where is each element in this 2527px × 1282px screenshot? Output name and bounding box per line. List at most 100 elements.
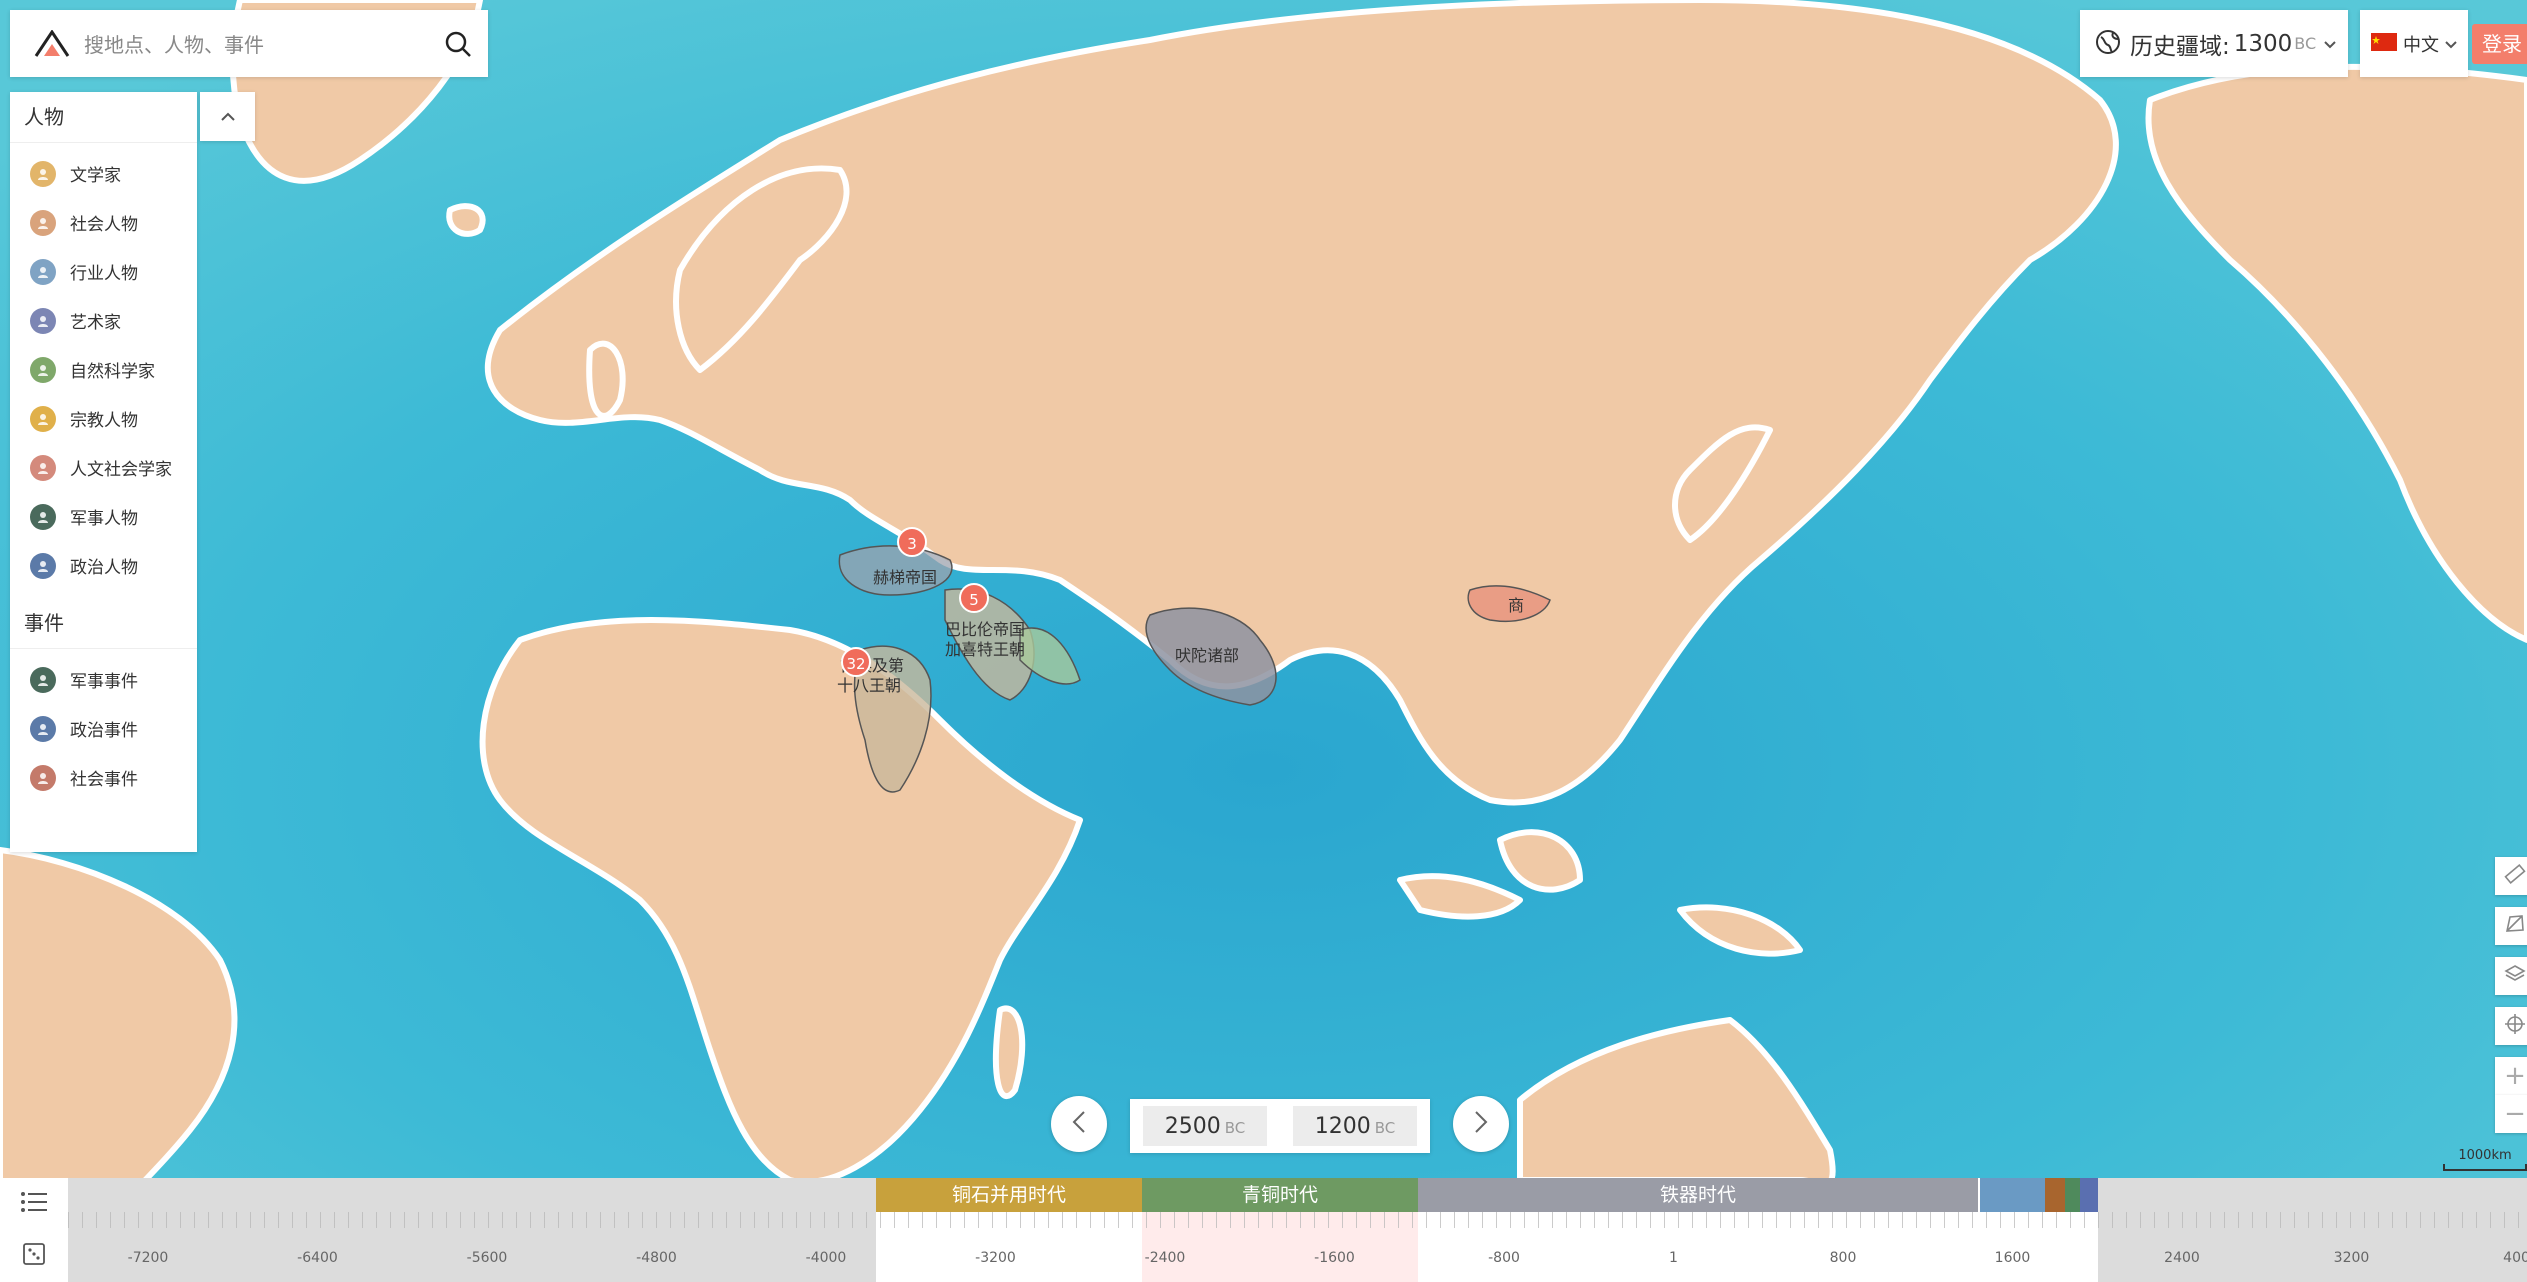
region-label-kassite[interactable]: 加喜特王朝 xyxy=(945,636,1025,660)
palette-icon xyxy=(30,307,56,334)
start-year-field[interactable]: 2500 BC xyxy=(1143,1106,1267,1146)
ruler-tool-button[interactable] xyxy=(2495,857,2527,895)
map-cluster-marker[interactable]: 32 xyxy=(841,647,871,677)
area-measure-button[interactable] xyxy=(2495,907,2527,945)
people-category-item[interactable]: 军事人物 xyxy=(10,492,197,541)
social-person-icon xyxy=(30,209,56,236)
end-year-era: BC xyxy=(1374,1119,1396,1137)
random-button[interactable] xyxy=(0,1230,68,1282)
people-category-item[interactable]: 政治人物 xyxy=(10,541,197,590)
people-category-item[interactable]: 社会人物 xyxy=(10,198,197,247)
people-category-item[interactable]: 人文社会学家 xyxy=(10,443,197,492)
timeline-tick-label: -5600 xyxy=(466,1250,508,1266)
people-category-label: 文学家 xyxy=(70,166,121,186)
events-section-header: 事件 xyxy=(10,598,197,649)
territory-label: 历史疆域: xyxy=(2130,33,2230,60)
zoom-out-button[interactable]: − xyxy=(2495,1095,2527,1133)
timeline-tick-label: 800 xyxy=(1829,1250,1857,1266)
world-map[interactable] xyxy=(0,0,2527,1282)
event-category-item[interactable]: 政治事件 xyxy=(10,704,197,753)
polygon-icon xyxy=(2504,913,2526,939)
map-cluster-marker[interactable]: 5 xyxy=(959,583,989,613)
login-button[interactable]: 登录 xyxy=(2472,24,2527,64)
industry-person-icon xyxy=(30,258,56,285)
timeline-tick-label: -3200 xyxy=(975,1250,1016,1266)
humanities-icon xyxy=(30,454,56,481)
event-category-label: 政治事件 xyxy=(70,721,138,741)
start-year-era: BC xyxy=(1224,1119,1246,1137)
people-category-item[interactable]: 行业人物 xyxy=(10,247,197,296)
chevron-down-icon xyxy=(2324,34,2336,53)
social-event-icon xyxy=(30,764,56,791)
people-category-label: 社会人物 xyxy=(70,215,138,235)
search-bar: 搜地点、人物、事件 xyxy=(10,10,488,77)
era-band-modern-3[interactable] xyxy=(2065,1178,2080,1212)
china-flag-icon xyxy=(2371,32,2397,55)
end-year-field[interactable]: 1200 BC xyxy=(1293,1106,1417,1146)
timeline-tick-label: -1600 xyxy=(1314,1250,1355,1266)
political-event-icon xyxy=(30,715,56,742)
timeline-tick-label: -2400 xyxy=(1144,1250,1186,1266)
territory-year: 1300 xyxy=(2233,30,2293,57)
search-icon[interactable] xyxy=(428,10,488,77)
era-band-modern-2[interactable] xyxy=(2045,1178,2065,1212)
dice-icon xyxy=(22,1242,46,1270)
people-category-label: 宗教人物 xyxy=(70,411,138,431)
timeline-tick-label: 1600 xyxy=(1994,1250,2031,1266)
collapse-panel-button[interactable] xyxy=(200,92,255,141)
iceland-landmass xyxy=(446,203,486,237)
event-category-item[interactable]: 社会事件 xyxy=(10,753,197,802)
region-label-vedic[interactable]: 吠陀诸部 xyxy=(1175,642,1239,666)
people-category-item[interactable]: 艺术家 xyxy=(10,296,197,345)
map-cluster-marker[interactable]: 3 xyxy=(897,527,927,557)
people-section-header: 人物 xyxy=(10,92,197,143)
chevron-down-icon xyxy=(2445,34,2457,53)
timeline-ticks xyxy=(68,1212,2527,1228)
people-category-item[interactable]: 宗教人物 xyxy=(10,394,197,443)
list-view-button[interactable] xyxy=(0,1178,68,1230)
language-selector[interactable]: 中文 xyxy=(2360,10,2468,77)
chevron-up-icon xyxy=(220,107,236,126)
layers-icon xyxy=(2504,963,2526,989)
layers-button[interactable] xyxy=(2495,957,2527,995)
madagascar-landmass xyxy=(993,1005,1026,1099)
next-period-button[interactable] xyxy=(1453,1096,1509,1152)
era-band-modern-4[interactable] xyxy=(2080,1178,2098,1212)
historical-territory-selector[interactable]: 历史疆域: 1300 BC xyxy=(2080,10,2348,77)
crosshair-icon xyxy=(2504,1013,2526,1039)
timeline-side-controls xyxy=(0,1178,68,1282)
era-band-modern-1[interactable] xyxy=(1980,1178,2045,1212)
map-scale-bar: 1000km xyxy=(2443,1148,2527,1171)
zoom-in-button[interactable]: + xyxy=(2495,1057,2527,1095)
people-category-item[interactable]: 文学家 xyxy=(10,149,197,198)
ruler-icon xyxy=(2504,863,2526,889)
era-bronze-age[interactable]: 青铜时代 xyxy=(1142,1178,1418,1212)
timeline-tick-label: -800 xyxy=(1488,1250,1520,1266)
region-label-shang[interactable]: 商 xyxy=(1508,592,1524,616)
people-category-item[interactable]: 自然科学家 xyxy=(10,345,197,394)
locate-button[interactable] xyxy=(2495,1007,2527,1045)
timeline-bar[interactable]: 铜石并用时代 青铜时代 铁器时代 -7200 -6400 -5600 -4800 -40… xyxy=(0,1178,2527,1282)
people-category-label: 政治人物 xyxy=(70,558,138,578)
region-label-egypt-2[interactable]: 十八王朝 xyxy=(837,672,901,696)
year-range-selector: 2500 BC 1200 BC xyxy=(1130,1099,1430,1153)
list-icon xyxy=(20,1191,48,1217)
chevron-left-icon xyxy=(1072,1110,1086,1138)
quill-icon xyxy=(30,160,56,187)
previous-period-button[interactable] xyxy=(1051,1096,1107,1152)
search-input[interactable]: 搜地点、人物、事件 xyxy=(84,29,428,58)
event-category-item[interactable]: 军事事件 xyxy=(10,655,197,704)
era-iron-age[interactable]: 铁器时代 xyxy=(1418,1178,1978,1212)
event-category-label: 军事事件 xyxy=(70,672,138,692)
era-chalcolithic[interactable]: 铜石并用时代 xyxy=(876,1178,1142,1212)
region-label-hittite[interactable]: 赫梯帝国 xyxy=(873,564,937,588)
military-person-icon xyxy=(30,503,56,530)
timeline-tick-label: -7200 xyxy=(127,1250,169,1266)
timeline-tick-label: 2400 xyxy=(2164,1250,2200,1266)
scale-label: 1000km xyxy=(2458,1148,2512,1163)
event-category-label: 社会事件 xyxy=(70,770,138,790)
people-category-label: 人文社会学家 xyxy=(70,460,172,480)
app-logo-icon[interactable] xyxy=(24,10,80,77)
religious-person-icon xyxy=(30,405,56,432)
people-category-label: 自然科学家 xyxy=(70,362,155,382)
